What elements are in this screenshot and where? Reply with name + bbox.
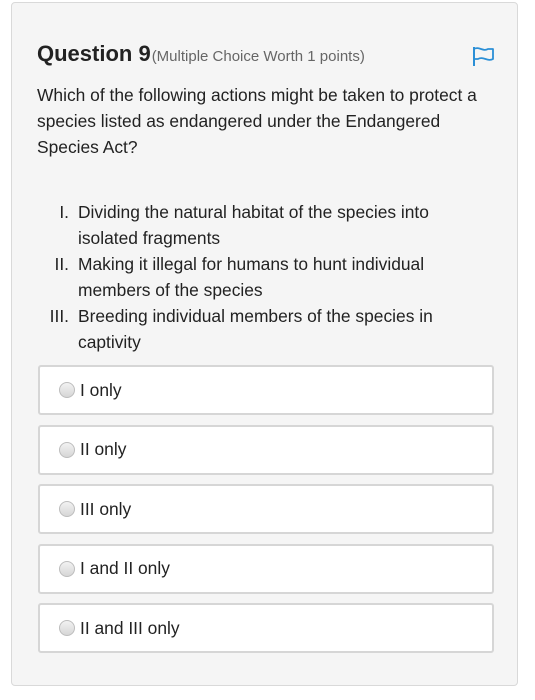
numbered-list: I. Dividing the natural habitat of the s… [37,199,507,355]
answer-option-2[interactable]: II only [38,424,494,475]
question-stem: Which of the following actions might be … [37,85,477,157]
question-card: Question 9 (Multiple Choice Worth 1 poin… [11,2,518,686]
list-item: II. Making it illegal for humans to hunt… [37,251,507,303]
answer-option-label: III only [80,498,132,519]
flag-icon[interactable] [471,45,495,67]
list-item-number: I. [59,202,69,222]
answer-option-3[interactable]: III only [38,484,494,534]
list-item-text: Dividing the natural habitat of the spec… [78,202,429,248]
radio-button[interactable] [59,560,75,577]
answer-option-label: II only [80,439,127,459]
list-item: I. Dividing the natural habitat of the s… [37,199,507,251]
answer-option-label: I only [80,379,122,400]
answer-option-label: I and II only [80,558,170,578]
list-item: III. Breeding individual members of the … [37,303,507,355]
radio-button[interactable] [59,501,75,517]
question-header: Question 9 (Multiple Choice Worth 1 poin… [37,41,495,73]
answer-option-5[interactable]: II and III only [38,603,494,653]
radio-button[interactable] [59,382,75,398]
radio-button[interactable] [59,441,75,458]
list-item-number: II. [54,254,70,274]
question-title: Question 9 [37,41,151,66]
answer-option-4[interactable]: I and II only [38,543,494,594]
answer-option-1[interactable]: I only [38,365,494,415]
list-item-number: III. [49,306,69,326]
question-worth: (Multiple Choice Worth 1 points) [151,48,365,65]
radio-button[interactable] [59,620,75,636]
list-item-text: Breeding individual members of the speci… [78,306,433,352]
list-item-text: Making it illegal for humans to hunt ind… [78,254,425,300]
answer-option-label: II and III only [80,617,180,638]
answer-options: I only II only III only I and II only II… [38,365,494,663]
